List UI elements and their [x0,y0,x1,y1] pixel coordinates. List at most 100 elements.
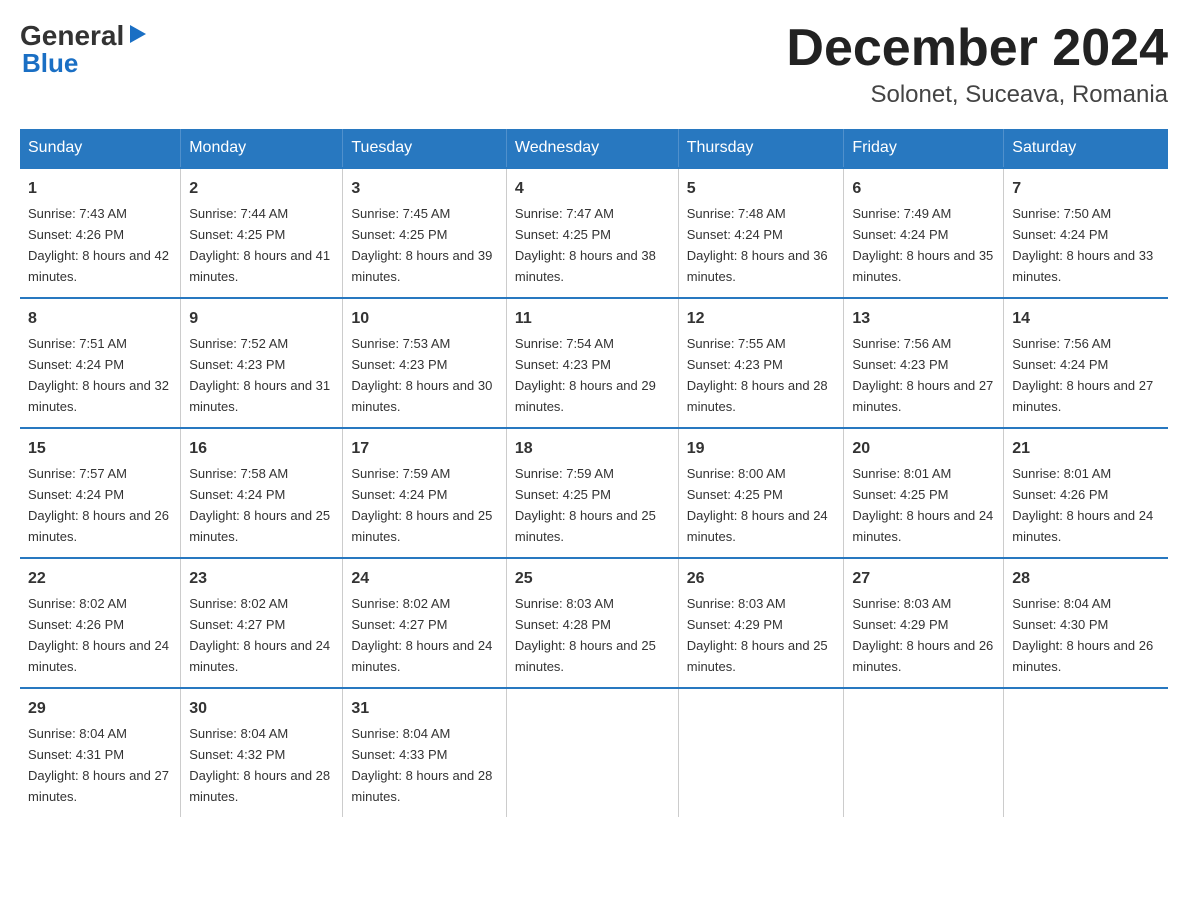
calendar-week-row: 15 Sunrise: 7:57 AMSunset: 4:24 PMDaylig… [20,428,1168,558]
calendar-week-row: 22 Sunrise: 8:02 AMSunset: 4:26 PMDaylig… [20,558,1168,688]
calendar-day-cell: 23 Sunrise: 8:02 AMSunset: 4:27 PMDaylig… [181,558,343,688]
calendar-day-cell: 16 Sunrise: 7:58 AMSunset: 4:24 PMDaylig… [181,428,343,558]
day-number: 14 [1012,307,1160,331]
calendar-day-cell: 1 Sunrise: 7:43 AMSunset: 4:26 PMDayligh… [20,168,181,298]
col-saturday: Saturday [1004,129,1168,168]
day-number: 15 [28,437,172,461]
day-info: Sunrise: 7:59 AMSunset: 4:24 PMDaylight:… [351,466,492,544]
calendar-day-cell: 17 Sunrise: 7:59 AMSunset: 4:24 PMDaylig… [343,428,507,558]
day-number: 10 [351,307,498,331]
calendar-day-cell: 26 Sunrise: 8:03 AMSunset: 4:29 PMDaylig… [678,558,844,688]
day-number: 31 [351,697,498,721]
logo-triangle-icon [126,23,148,50]
day-number: 19 [687,437,836,461]
calendar-day-cell: 9 Sunrise: 7:52 AMSunset: 4:23 PMDayligh… [181,298,343,428]
calendar-day-cell: 19 Sunrise: 8:00 AMSunset: 4:25 PMDaylig… [678,428,844,558]
day-info: Sunrise: 8:04 AMSunset: 4:32 PMDaylight:… [189,726,330,804]
day-info: Sunrise: 8:04 AMSunset: 4:30 PMDaylight:… [1012,596,1153,674]
day-info: Sunrise: 7:44 AMSunset: 4:25 PMDaylight:… [189,206,330,284]
calendar-day-cell: 31 Sunrise: 8:04 AMSunset: 4:33 PMDaylig… [343,688,507,817]
day-number: 3 [351,177,498,201]
col-monday: Monday [181,129,343,168]
day-number: 11 [515,307,670,331]
calendar-day-cell: 20 Sunrise: 8:01 AMSunset: 4:25 PMDaylig… [844,428,1004,558]
day-info: Sunrise: 8:00 AMSunset: 4:25 PMDaylight:… [687,466,828,544]
day-info: Sunrise: 8:01 AMSunset: 4:26 PMDaylight:… [1012,466,1153,544]
day-number: 5 [687,177,836,201]
day-number: 16 [189,437,334,461]
day-number: 12 [687,307,836,331]
calendar-subtitle: Solonet, Suceava, Romania [786,81,1168,109]
day-number: 18 [515,437,670,461]
calendar-day-cell [678,688,844,817]
day-number: 26 [687,567,836,591]
day-number: 21 [1012,437,1160,461]
calendar-header-row: Sunday Monday Tuesday Wednesday Thursday… [20,129,1168,168]
day-number: 23 [189,567,334,591]
day-info: Sunrise: 7:54 AMSunset: 4:23 PMDaylight:… [515,336,656,414]
calendar-day-cell: 28 Sunrise: 8:04 AMSunset: 4:30 PMDaylig… [1004,558,1168,688]
day-number: 9 [189,307,334,331]
calendar-day-cell [844,688,1004,817]
calendar-day-cell: 14 Sunrise: 7:56 AMSunset: 4:24 PMDaylig… [1004,298,1168,428]
day-info: Sunrise: 8:01 AMSunset: 4:25 PMDaylight:… [852,466,993,544]
logo-text-blue: Blue [22,48,78,79]
logo: General Blue [20,20,148,79]
col-tuesday: Tuesday [343,129,507,168]
day-info: Sunrise: 7:56 AMSunset: 4:23 PMDaylight:… [852,336,993,414]
calendar-day-cell: 30 Sunrise: 8:04 AMSunset: 4:32 PMDaylig… [181,688,343,817]
calendar-day-cell: 2 Sunrise: 7:44 AMSunset: 4:25 PMDayligh… [181,168,343,298]
day-info: Sunrise: 7:56 AMSunset: 4:24 PMDaylight:… [1012,336,1153,414]
calendar-title: December 2024 [786,20,1168,77]
day-number: 24 [351,567,498,591]
calendar-week-row: 29 Sunrise: 8:04 AMSunset: 4:31 PMDaylig… [20,688,1168,817]
page-header: General Blue December 2024 Solonet, Suce… [20,20,1168,109]
day-info: Sunrise: 8:03 AMSunset: 4:29 PMDaylight:… [687,596,828,674]
day-info: Sunrise: 8:03 AMSunset: 4:28 PMDaylight:… [515,596,656,674]
day-number: 1 [28,177,172,201]
calendar-day-cell: 27 Sunrise: 8:03 AMSunset: 4:29 PMDaylig… [844,558,1004,688]
calendar-day-cell: 21 Sunrise: 8:01 AMSunset: 4:26 PMDaylig… [1004,428,1168,558]
day-info: Sunrise: 7:48 AMSunset: 4:24 PMDaylight:… [687,206,828,284]
calendar-day-cell: 15 Sunrise: 7:57 AMSunset: 4:24 PMDaylig… [20,428,181,558]
col-wednesday: Wednesday [506,129,678,168]
day-info: Sunrise: 7:53 AMSunset: 4:23 PMDaylight:… [351,336,492,414]
calendar-day-cell: 29 Sunrise: 8:04 AMSunset: 4:31 PMDaylig… [20,688,181,817]
day-info: Sunrise: 7:50 AMSunset: 4:24 PMDaylight:… [1012,206,1153,284]
day-number: 27 [852,567,995,591]
day-info: Sunrise: 8:04 AMSunset: 4:33 PMDaylight:… [351,726,492,804]
day-info: Sunrise: 8:02 AMSunset: 4:26 PMDaylight:… [28,596,169,674]
calendar-day-cell: 22 Sunrise: 8:02 AMSunset: 4:26 PMDaylig… [20,558,181,688]
calendar-week-row: 8 Sunrise: 7:51 AMSunset: 4:24 PMDayligh… [20,298,1168,428]
day-info: Sunrise: 7:57 AMSunset: 4:24 PMDaylight:… [28,466,169,544]
day-number: 29 [28,697,172,721]
day-number: 28 [1012,567,1160,591]
day-number: 22 [28,567,172,591]
day-info: Sunrise: 7:45 AMSunset: 4:25 PMDaylight:… [351,206,492,284]
day-number: 7 [1012,177,1160,201]
calendar-day-cell [506,688,678,817]
day-info: Sunrise: 8:02 AMSunset: 4:27 PMDaylight:… [189,596,330,674]
calendar-day-cell: 18 Sunrise: 7:59 AMSunset: 4:25 PMDaylig… [506,428,678,558]
day-number: 6 [852,177,995,201]
day-info: Sunrise: 7:55 AMSunset: 4:23 PMDaylight:… [687,336,828,414]
day-info: Sunrise: 7:51 AMSunset: 4:24 PMDaylight:… [28,336,169,414]
day-number: 20 [852,437,995,461]
day-number: 4 [515,177,670,201]
calendar-day-cell: 10 Sunrise: 7:53 AMSunset: 4:23 PMDaylig… [343,298,507,428]
col-thursday: Thursday [678,129,844,168]
day-number: 25 [515,567,670,591]
day-info: Sunrise: 7:47 AMSunset: 4:25 PMDaylight:… [515,206,656,284]
day-info: Sunrise: 8:03 AMSunset: 4:29 PMDaylight:… [852,596,993,674]
calendar-day-cell: 12 Sunrise: 7:55 AMSunset: 4:23 PMDaylig… [678,298,844,428]
day-info: Sunrise: 7:43 AMSunset: 4:26 PMDaylight:… [28,206,169,284]
day-info: Sunrise: 7:49 AMSunset: 4:24 PMDaylight:… [852,206,993,284]
calendar-day-cell: 5 Sunrise: 7:48 AMSunset: 4:24 PMDayligh… [678,168,844,298]
day-info: Sunrise: 8:04 AMSunset: 4:31 PMDaylight:… [28,726,169,804]
col-sunday: Sunday [20,129,181,168]
calendar-day-cell: 13 Sunrise: 7:56 AMSunset: 4:23 PMDaylig… [844,298,1004,428]
calendar-day-cell: 25 Sunrise: 8:03 AMSunset: 4:28 PMDaylig… [506,558,678,688]
day-number: 2 [189,177,334,201]
day-number: 13 [852,307,995,331]
day-info: Sunrise: 7:59 AMSunset: 4:25 PMDaylight:… [515,466,656,544]
